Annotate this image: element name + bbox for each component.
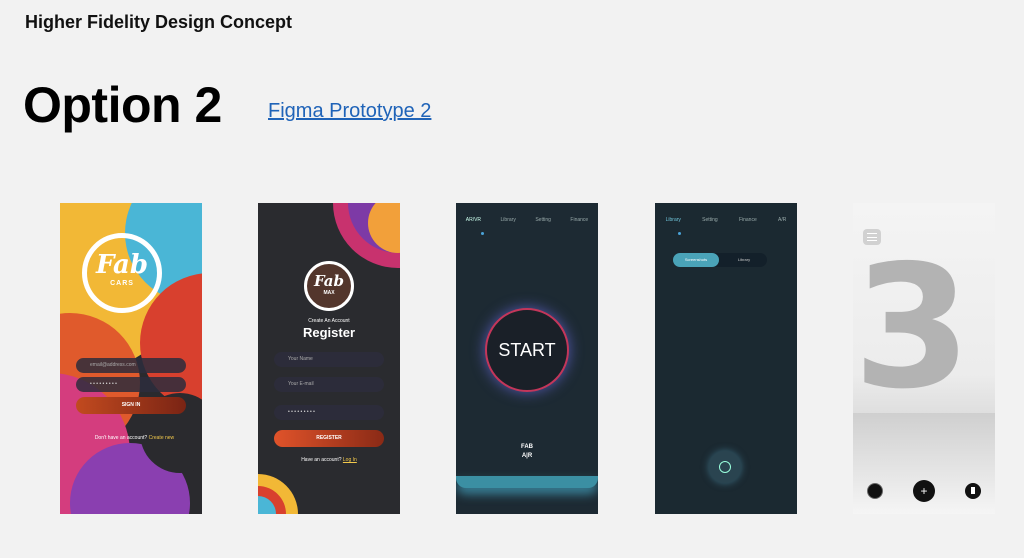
email-field[interactable]: email@address.com [76, 358, 186, 373]
hamburger-icon [867, 233, 877, 241]
tab-ar[interactable]: A/R [778, 217, 786, 223]
screen-fab-max-register: Fab MAX Create An Account Register Your … [258, 203, 400, 514]
email-field[interactable]: Your E-mail [274, 377, 384, 392]
active-tab-dot [678, 232, 681, 235]
email-placeholder: email@address.com [90, 362, 136, 368]
bottom-glow-bar [456, 476, 598, 488]
create-account-link[interactable]: Create new [149, 435, 175, 441]
register-button[interactable]: REGISTER [274, 430, 384, 447]
tab-setting[interactable]: Setting [702, 217, 718, 223]
tab-bar: Library Setting Finance A/R [655, 217, 797, 223]
camera-button[interactable] [867, 483, 883, 499]
bookmark-icon [971, 487, 975, 494]
fab-logo: Fab CARS [82, 233, 162, 313]
menu-button[interactable] [863, 229, 881, 245]
tab-finance[interactable]: Finance [570, 217, 588, 223]
active-tab-dot [481, 232, 484, 235]
brand-block: FAB A|R [456, 443, 598, 461]
logo-text: Fab [313, 272, 345, 290]
figma-prototype-link[interactable]: Figma Prototype 2 [268, 100, 431, 123]
password-field[interactable]: • • • • • • • • • [274, 405, 384, 420]
register-title: Register [302, 325, 356, 340]
signup-text: Don't have an account? [94, 435, 148, 441]
logo-subtext: MAX [323, 290, 335, 296]
tab-library[interactable]: Library [501, 217, 516, 223]
screen-start: AR/VR Library Setting Finance START FAB … [456, 203, 598, 514]
fab-max-logo: Fab MAX [304, 261, 354, 311]
password-field[interactable]: • • • • • • • • • [76, 377, 186, 392]
logo-subtext: CARS [110, 280, 134, 287]
brand-fab: FAB [521, 444, 533, 450]
password-value: • • • • • • • • • [90, 381, 117, 387]
login-text: Have an account? [301, 457, 342, 463]
plus-icon: + [920, 484, 928, 498]
login-prompt: Have an account? Log In [258, 457, 400, 463]
capture-button[interactable] [709, 451, 741, 483]
option-title: Option 2 [23, 77, 222, 133]
screen-ar-room: 3 + [853, 203, 995, 514]
password-value: • • • • • • • • • [288, 409, 315, 415]
logo-text: Fab [95, 250, 149, 280]
start-button[interactable]: START [485, 308, 569, 392]
capture-ring-icon [719, 461, 731, 473]
name-placeholder: Your Name [288, 356, 313, 362]
wall-number: 3 [853, 229, 972, 427]
screen-library: Library Setting Finance A/R Screenshots … [655, 203, 797, 514]
toggle-library[interactable]: Library [721, 253, 767, 267]
screen-fab-cars-signin: Fab CARS email@address.com • • • • • • •… [60, 203, 202, 514]
register-subtitle: Create An Account [308, 318, 350, 324]
tab-ar-vr[interactable]: AR/VR [466, 217, 481, 223]
toggle-screenshots[interactable]: Screenshots [673, 253, 719, 267]
tab-finance[interactable]: Finance [739, 217, 757, 223]
brand-ar: A|R [521, 453, 533, 459]
tab-bar: AR/VR Library Setting Finance [456, 217, 598, 223]
login-link[interactable]: Log In [343, 457, 357, 463]
name-field[interactable]: Your Name [274, 352, 384, 367]
page-header: Higher Fidelity Design Concept [25, 12, 293, 32]
bookmark-button[interactable] [965, 483, 981, 499]
tab-library[interactable]: Library [666, 217, 681, 223]
email-placeholder: Your E-mail [288, 381, 314, 387]
add-button[interactable]: + [913, 480, 935, 502]
signin-button[interactable]: SIGN IN [76, 397, 186, 414]
tab-setting[interactable]: Setting [535, 217, 551, 223]
signup-prompt: Don't have an account? Create new [92, 435, 177, 441]
view-toggle: Screenshots Library [673, 253, 767, 267]
start-label: START [498, 340, 556, 360]
